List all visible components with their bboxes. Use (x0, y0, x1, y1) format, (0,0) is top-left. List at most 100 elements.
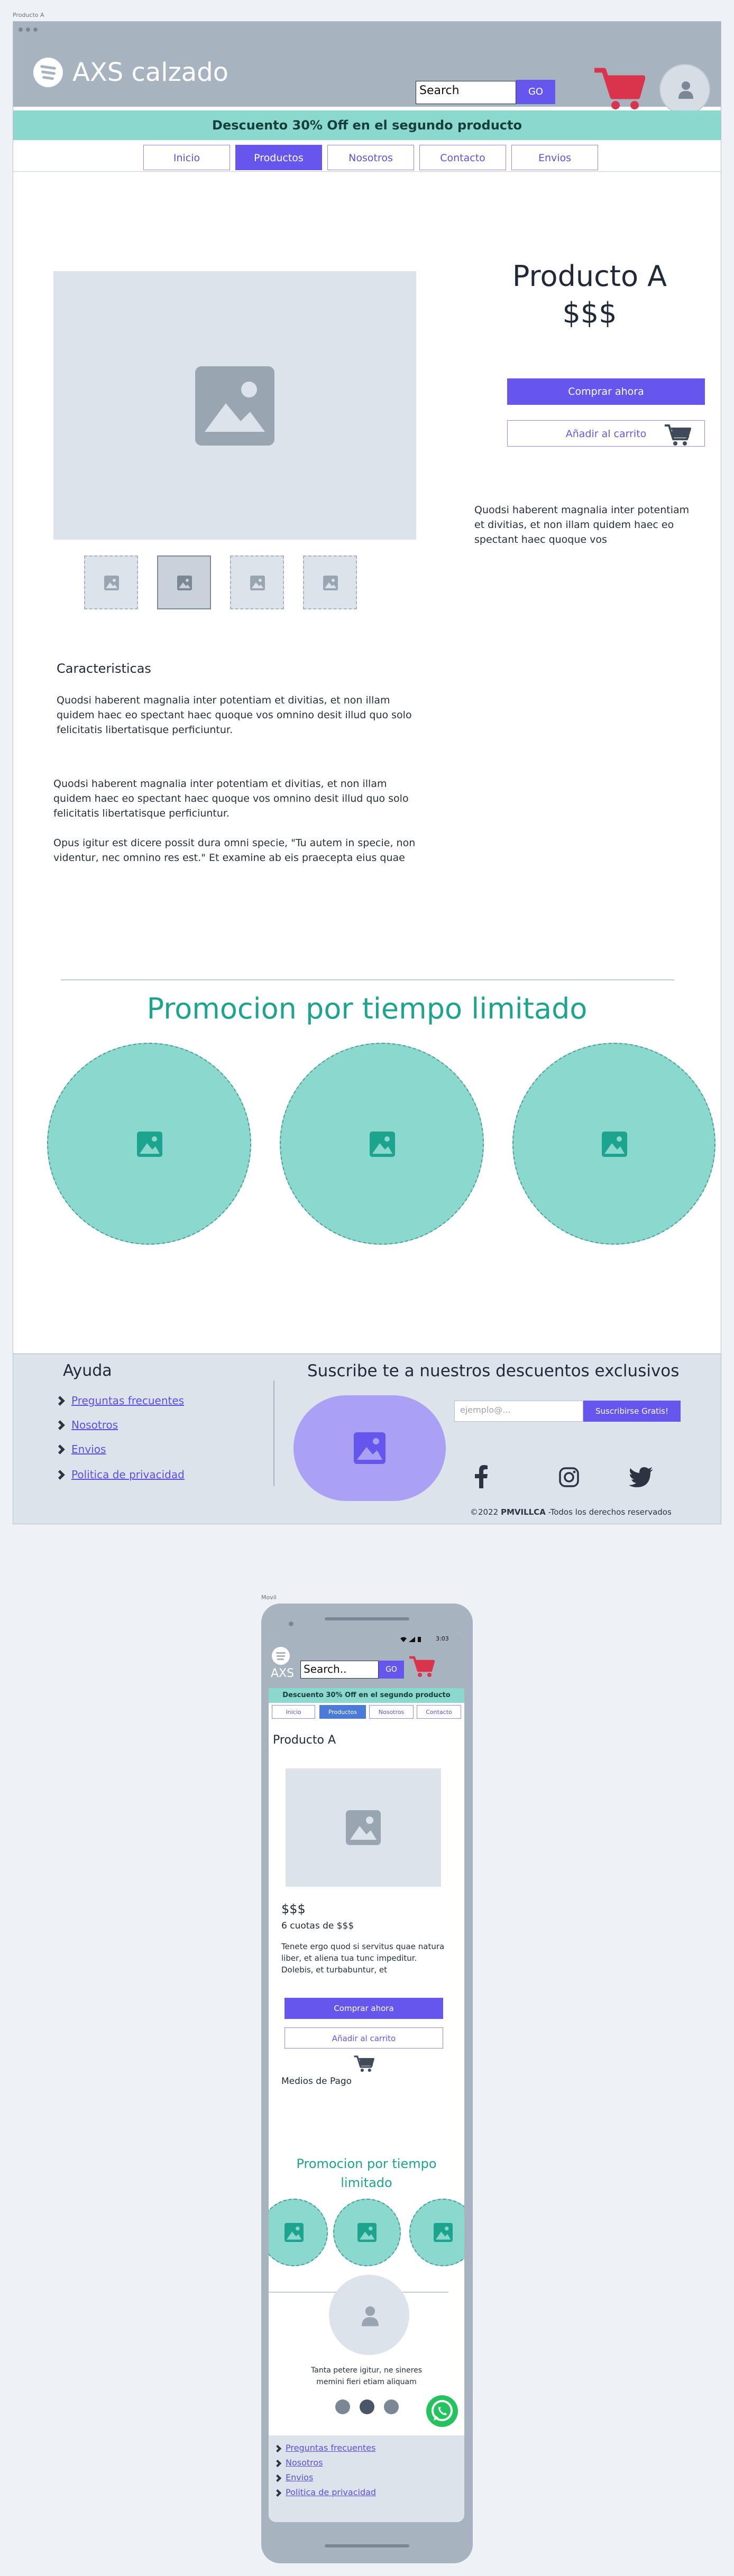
subscribe-button[interactable]: Suscribirse Gratis! (583, 1401, 681, 1422)
promo-product-card[interactable] (333, 2199, 401, 2266)
search-input[interactable]: Search (416, 81, 516, 104)
phone-speaker (325, 1617, 409, 1620)
mobile-search-go-button[interactable]: GO (379, 1661, 404, 1679)
promo-product-card[interactable] (47, 1043, 251, 1245)
status-time: 3:03 (436, 1635, 449, 1642)
image-placeholder-icon (357, 2223, 377, 2242)
features-title: Caracteristicas (57, 661, 151, 676)
phone-camera (289, 1621, 293, 1626)
user-avatar[interactable] (659, 64, 710, 115)
facebook-icon[interactable] (474, 1465, 488, 1488)
image-placeholder-icon (250, 576, 265, 590)
brand-logo-icon[interactable] (33, 58, 63, 87)
subscribe-title: Suscribe te a nuestros descuentos exclus… (307, 1361, 680, 1380)
carousel-dot-active[interactable] (360, 2399, 374, 2414)
twitter-icon[interactable] (629, 1467, 653, 1487)
browser-chrome (13, 22, 721, 38)
brand-logo-icon[interactable] (272, 1647, 290, 1665)
copyright-author: PMVILLCA (500, 1507, 546, 1517)
nav-tab-contacto[interactable]: Contacto (419, 145, 506, 170)
promo-product-card[interactable] (512, 1043, 715, 1245)
chevron-right-icon (55, 1396, 65, 1406)
product-body-text: Opus igitur est dicere possit dura omni … (53, 837, 416, 864)
add-to-cart-icon[interactable] (664, 422, 691, 447)
window-dot-icon (19, 27, 23, 32)
instagram-icon[interactable] (559, 1467, 579, 1487)
promo-product-card[interactable] (269, 2199, 328, 2266)
user-icon (362, 2306, 379, 2327)
mobile-product-title: Producto A (273, 1734, 336, 1747)
footer-link-privacy[interactable]: Politica de privacidad (286, 2487, 376, 2497)
nav-tab-nosotros[interactable]: Nosotros (369, 1705, 414, 1719)
copyright-suffix: -Todos los derechos reservados (545, 1507, 672, 1517)
site-header: AXS calzado Search GO (13, 38, 721, 115)
mobile-header: 3:03 AXS Search.. GO (269, 1633, 464, 1688)
image-placeholder-icon (323, 576, 338, 590)
product-thumbnail-selected[interactable] (157, 555, 211, 609)
nav-tab-nosotros[interactable]: Nosotros (327, 145, 414, 170)
chevron-right-icon (55, 1420, 65, 1430)
mobile-add-to-cart-button[interactable]: Añadir al carrito (285, 2027, 443, 2049)
mobile-device: 3:03 AXS Search.. GO Descuento 30% Off e… (261, 1604, 473, 2563)
image-placeholder-icon (346, 1810, 381, 1845)
carousel-dot[interactable] (384, 2399, 399, 2414)
promo-product-card[interactable] (280, 1043, 484, 1245)
nav-tab-envios[interactable]: Envios (511, 145, 598, 170)
product-thumbnail[interactable] (84, 555, 138, 609)
shopping-cart-icon[interactable] (408, 1654, 435, 1679)
image-placeholder-icon (177, 576, 192, 590)
image-placeholder-icon (354, 1432, 386, 1464)
search-go-button[interactable]: GO (516, 80, 555, 104)
nav-tab-inicio[interactable]: Inicio (143, 145, 230, 170)
footer-link-nosotros[interactable]: Nosotros (71, 1419, 118, 1431)
mobile-search-input[interactable]: Search.. (300, 1661, 379, 1679)
shopping-cart-icon[interactable] (592, 65, 645, 112)
nav-tab-productos[interactable]: Productos (319, 1705, 366, 1719)
copyright-prefix: ©2022 (470, 1507, 501, 1517)
product-main-image (53, 271, 416, 540)
promo-product-card[interactable] (409, 2199, 464, 2266)
image-placeholder-icon (370, 1132, 395, 1157)
user-icon (678, 81, 693, 99)
footer-link-envios[interactable]: Envios (71, 1443, 106, 1456)
desktop-frame-label: Producto A (13, 12, 44, 18)
image-placeholder-icon (195, 366, 274, 446)
mobile-product-price: $$$ (281, 1902, 306, 1916)
site-footer: Ayuda Preguntas frecuentes Nosotros Envi… (13, 1354, 721, 1524)
mobile-brand-name[interactable]: AXS (271, 1667, 294, 1680)
brand-name[interactable]: AXS calzado (72, 58, 228, 87)
nav-tab-productos[interactable]: Productos (235, 145, 322, 170)
mobile-payment-methods: Medios de Pago (281, 2076, 352, 2087)
nav-tab-contacto[interactable]: Contacto (417, 1705, 461, 1719)
carousel-dot[interactable] (335, 2399, 350, 2414)
window-dot-icon (33, 27, 38, 32)
testimonial-avatar (329, 2275, 409, 2355)
mobile-buy-now-button[interactable]: Comprar ahora (285, 1998, 443, 2019)
chevron-right-icon (273, 2444, 282, 2453)
product-thumbnail[interactable] (230, 555, 284, 609)
footer-link-privacy[interactable]: Politica de privacidad (71, 1468, 185, 1481)
product-body-text: Quodsi haberent magnalia inter potentiam… (53, 778, 409, 819)
nav-tab-inicio[interactable]: Inicio (272, 1705, 315, 1719)
product-thumbnail[interactable] (303, 555, 357, 609)
main-nav: Inicio Productos Nosotros Contacto Envio… (13, 141, 721, 172)
footer-link-faq[interactable]: Preguntas frecuentes (71, 1394, 184, 1407)
chevron-right-icon (273, 2489, 282, 2497)
add-to-cart-icon[interactable] (353, 2054, 374, 2073)
footer-link-nosotros[interactable]: Nosotros (286, 2458, 323, 2468)
image-placeholder-icon (285, 2223, 304, 2242)
footer-link-faq[interactable]: Preguntas frecuentes (286, 2443, 375, 2453)
copyright: ©2022 PMVILLCA -Todos los derechos reser… (470, 1507, 672, 1517)
email-input[interactable]: ejemplo@... (454, 1401, 583, 1422)
subscribe-image (293, 1395, 446, 1501)
chevron-right-icon (55, 1470, 65, 1480)
mobile-product-description: Tenete ergo quod si servitus quae natura… (281, 1942, 445, 1975)
product-side-description: Quodsi haberent magnalia inter potentiam… (474, 504, 690, 545)
mobile-promo-title: Promocion por tiempo limitado (296, 2156, 437, 2190)
features-text: Quodsi haberent magnalia inter potentiam… (57, 694, 412, 736)
mobile-nav: Inicio Productos Nosotros Contacto (269, 1704, 464, 1720)
footer-link-envios[interactable]: Envios (286, 2472, 313, 2482)
status-icons (400, 1637, 421, 1642)
whatsapp-icon[interactable] (425, 2394, 459, 2428)
buy-now-button[interactable]: Comprar ahora (507, 378, 705, 405)
